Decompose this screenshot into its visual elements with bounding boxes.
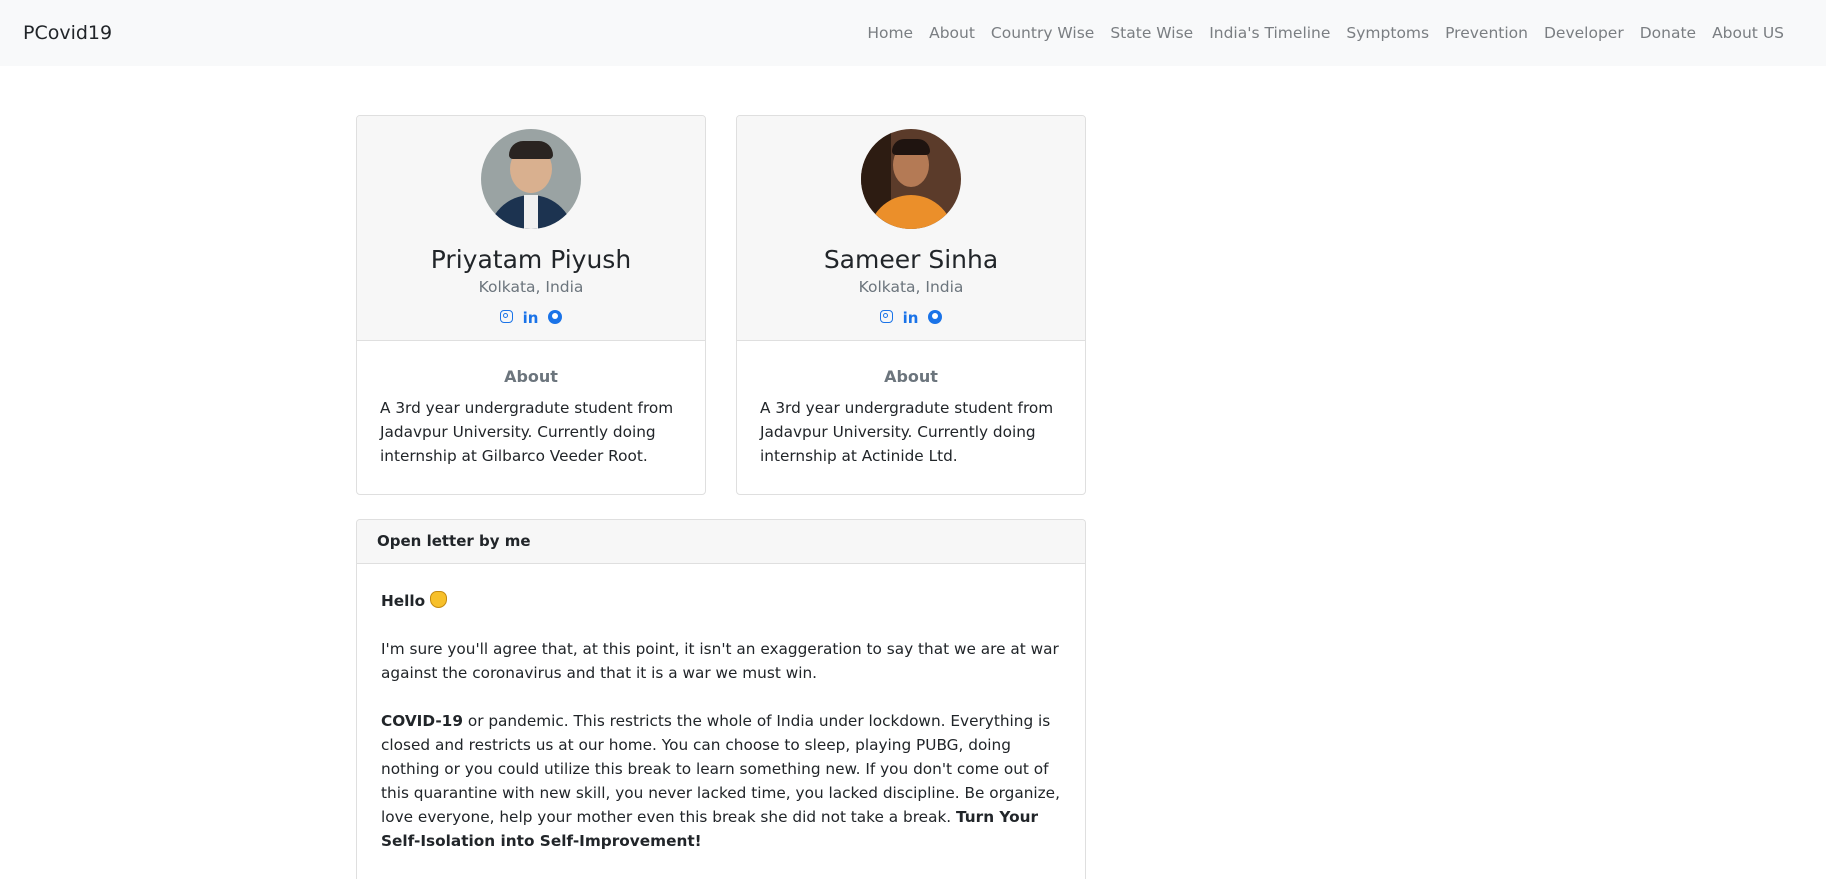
profile-name: Priyatam Piyush <box>430 245 632 274</box>
about-text: A 3rd year undergradute student from Jad… <box>760 399 1054 465</box>
linkedin-icon[interactable]: in <box>903 310 919 326</box>
linkedin-icon[interactable]: in <box>523 310 539 326</box>
profile-header: Sameer Sinha Kolkata, India in <box>737 116 1085 341</box>
nav-menu: Home About Country Wise State Wise India… <box>859 24 1792 42</box>
about-heading: About <box>504 367 558 386</box>
navbar: PCovid19 Home About Country Wise State W… <box>0 0 1826 66</box>
nav-india-timeline[interactable]: India's Timeline <box>1201 24 1338 42</box>
profile-card: Priyatam Piyush Kolkata, India in About … <box>356 115 706 495</box>
brand-logo[interactable]: PCovid19 <box>23 22 112 44</box>
social-links: in <box>357 310 705 326</box>
profile-location: Kolkata, India <box>858 278 964 296</box>
social-links: in <box>737 310 1085 326</box>
nav-symptoms[interactable]: Symptoms <box>1338 24 1437 42</box>
nav-prevention[interactable]: Prevention <box>1437 24 1536 42</box>
nav-about[interactable]: About <box>921 24 983 42</box>
nav-country-wise[interactable]: Country Wise <box>983 24 1102 42</box>
avatar <box>861 129 961 229</box>
nav-state-wise[interactable]: State Wise <box>1102 24 1201 42</box>
profile-name: Sameer Sinha <box>823 245 999 274</box>
waving-hand-icon <box>430 591 448 608</box>
avatar <box>481 129 581 229</box>
open-letter-card: Open letter by me Hello I'm sure you'll … <box>356 519 1086 879</box>
letter-paragraph: COVID-19 or pandemic. This restricts the… <box>381 709 1061 853</box>
main-content: Priyatam Piyush Kolkata, India in About … <box>0 66 1826 879</box>
instagram-icon[interactable] <box>499 310 513 323</box>
nav-about-us[interactable]: About US <box>1704 24 1792 42</box>
profile-header: Priyatam Piyush Kolkata, India in <box>357 116 705 341</box>
about-text: A 3rd year undergradute student from Jad… <box>380 399 674 465</box>
letter-body: Hello I'm sure you'll agree that, at thi… <box>357 564 1085 879</box>
letter-header: Open letter by me <box>357 520 1085 564</box>
greeting-text: Hello <box>381 592 426 610</box>
profile-location: Kolkata, India <box>478 278 584 296</box>
letter-greeting: Hello <box>381 589 1061 613</box>
github-icon[interactable] <box>548 310 563 324</box>
covid-bold: COVID-19 <box>381 712 463 730</box>
nav-home[interactable]: Home <box>859 24 921 42</box>
letter-paragraph: I'm sure you'll agree that, at this poin… <box>381 640 1059 682</box>
about-heading: About <box>884 367 938 386</box>
github-icon[interactable] <box>928 310 943 324</box>
profile-card: Sameer Sinha Kolkata, India in About A 3… <box>736 115 1086 495</box>
instagram-icon[interactable] <box>879 310 893 323</box>
nav-developer[interactable]: Developer <box>1536 24 1632 42</box>
profile-about: About A 3rd year undergradute student fr… <box>737 341 1085 468</box>
profile-about: About A 3rd year undergradute student fr… <box>357 341 705 468</box>
nav-donate[interactable]: Donate <box>1632 24 1704 42</box>
